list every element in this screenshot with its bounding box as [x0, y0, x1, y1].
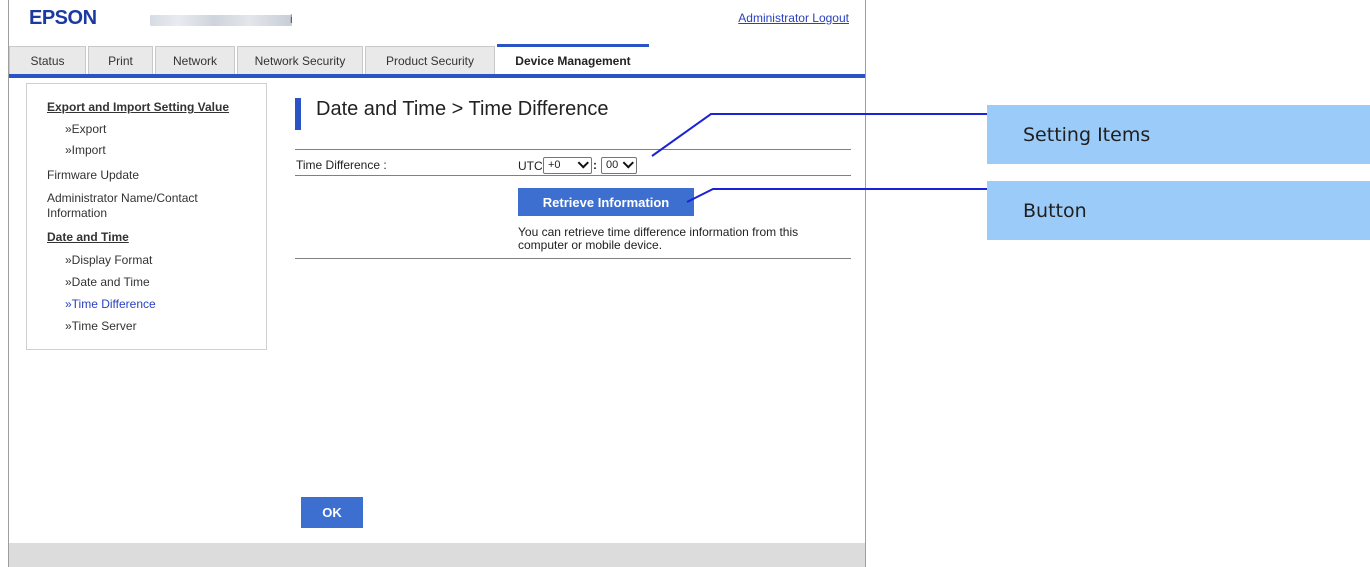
sidebar-item-import[interactable]: »Import: [65, 144, 106, 157]
tab-print[interactable]: Print: [88, 46, 153, 74]
tab-product-security[interactable]: Product Security: [365, 46, 495, 74]
setting-items-callout: Setting Items: [987, 105, 1370, 164]
utc-label: UTC: [518, 159, 543, 173]
tab-device-management[interactable]: Device Management: [497, 44, 649, 74]
divider: [295, 258, 851, 259]
frame-border: [865, 0, 866, 567]
tab-network-security[interactable]: Network Security: [237, 46, 363, 74]
time-difference-label: Time Difference :: [296, 158, 387, 172]
printer-name-blurred: [150, 15, 292, 26]
retrieve-info-description: You can retrieve time difference informa…: [518, 225, 799, 252]
hour-offset-value: +0: [548, 159, 561, 171]
time-separator: :: [593, 158, 597, 172]
administrator-logout-link[interactable]: Administrator Logout: [738, 11, 849, 25]
main-tab-bar: Status Print Network Network Security Pr…: [9, 40, 865, 78]
tab-network[interactable]: Network: [155, 46, 235, 74]
minute-offset-value: 00: [606, 159, 619, 171]
sidebar-item-time-server[interactable]: »Time Server: [65, 320, 137, 333]
divider: [295, 175, 851, 176]
tab-status[interactable]: Status: [9, 46, 86, 74]
sidebar-item-export-import[interactable]: Export and Import Setting Value: [47, 101, 229, 114]
sidebar-item-date-time[interactable]: »Date and Time: [65, 276, 150, 289]
sidebar-item-time-difference[interactable]: »Time Difference: [65, 298, 156, 311]
device-web-page: EPSON i Administrator Logout Status Prin…: [0, 0, 866, 567]
page-title: Date and Time > Time Difference: [316, 98, 609, 120]
epson-logo: EPSON: [29, 7, 97, 29]
sidebar-menu: Export and Import Setting Value »Export …: [26, 83, 267, 350]
ok-button[interactable]: OK: [301, 497, 363, 528]
chevron-down-icon: [577, 157, 589, 169]
content-area: Export and Import Setting Value »Export …: [9, 78, 865, 543]
divider: [295, 149, 851, 150]
footer-bar: [9, 543, 865, 567]
sidebar-item-firmware-update[interactable]: Firmware Update: [47, 169, 139, 182]
button-callout: Button: [987, 181, 1370, 240]
title-accent-bar: [295, 98, 301, 130]
sidebar-item-display-format[interactable]: »Display Format: [65, 254, 152, 267]
retrieve-information-button[interactable]: Retrieve Information: [518, 188, 694, 216]
sidebar-item-admin-contact-cont[interactable]: Information: [47, 207, 107, 220]
minute-offset-select[interactable]: 00: [601, 157, 637, 174]
page-header: EPSON i Administrator Logout: [9, 0, 865, 40]
hour-offset-select[interactable]: +0: [543, 157, 592, 174]
printer-name-suffix: i: [290, 12, 293, 26]
sidebar-item-date-and-time[interactable]: Date and Time: [47, 231, 129, 244]
sidebar-item-export[interactable]: »Export: [65, 123, 106, 136]
sidebar-item-admin-contact[interactable]: Administrator Name/Contact: [47, 192, 198, 205]
chevron-down-icon: [622, 157, 634, 169]
